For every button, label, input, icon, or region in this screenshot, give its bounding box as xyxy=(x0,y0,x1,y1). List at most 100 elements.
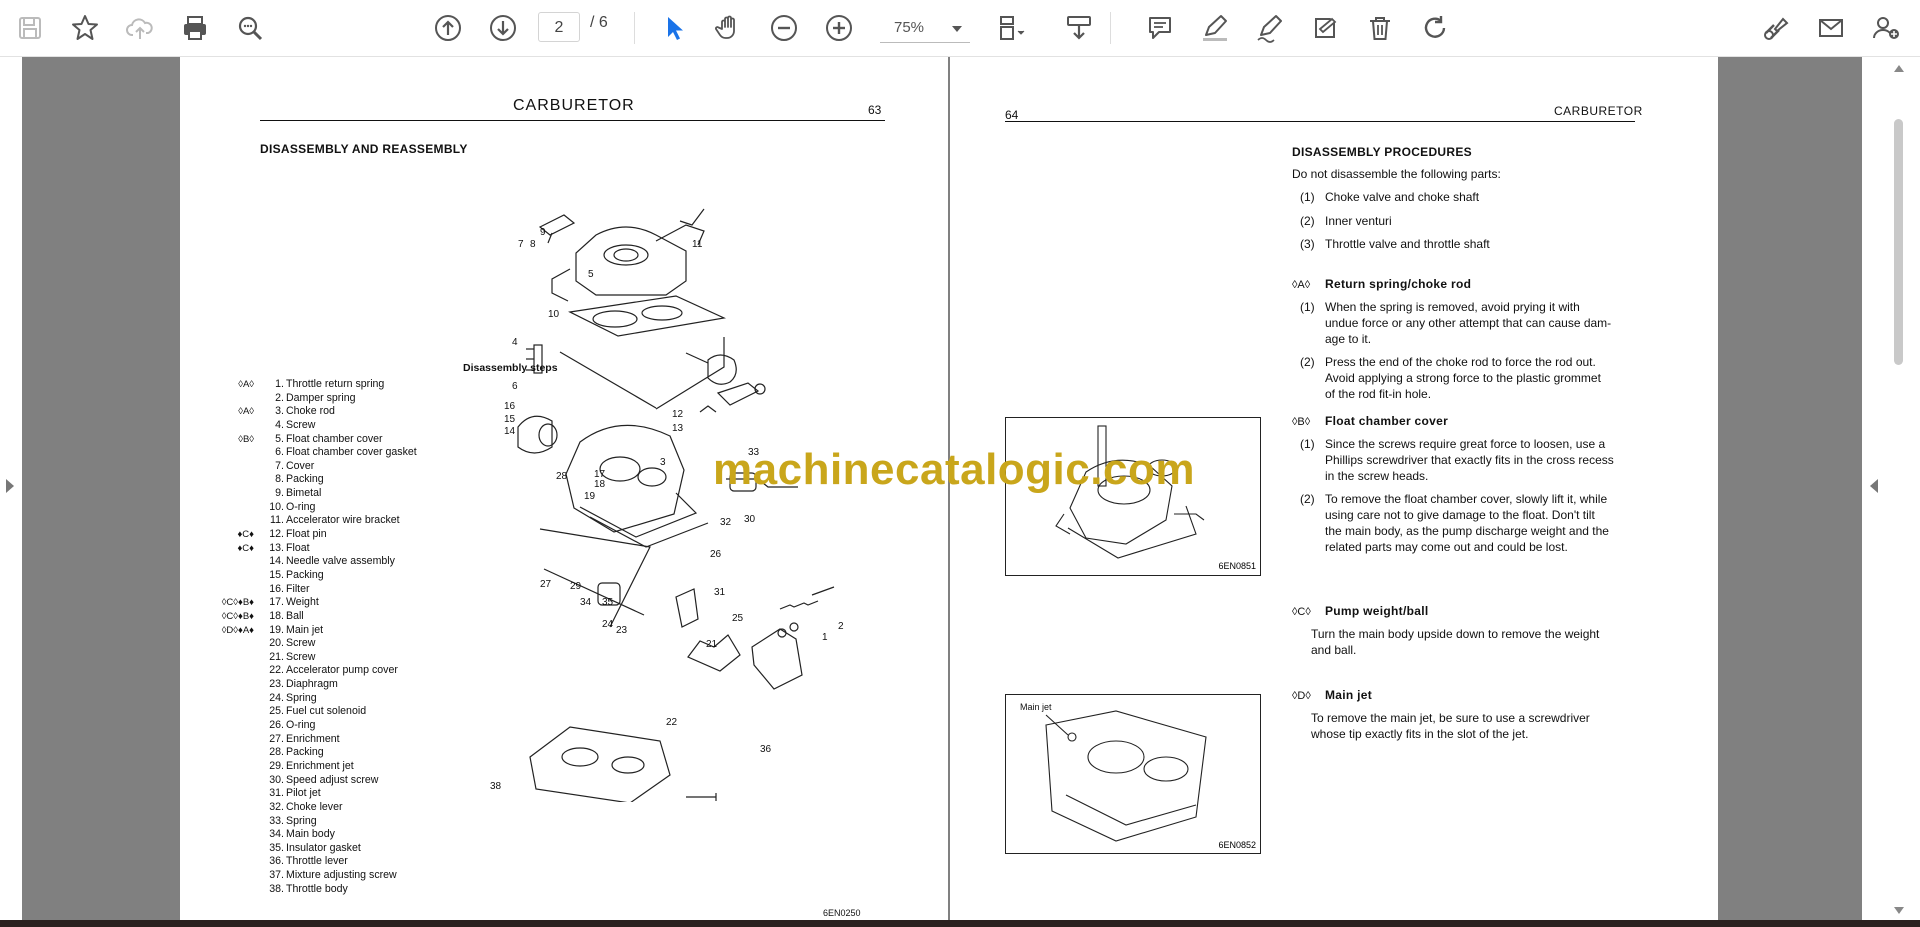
previous-page-icon[interactable] xyxy=(430,10,466,46)
stamp-icon[interactable] xyxy=(1307,10,1343,46)
save-icon[interactable] xyxy=(12,10,48,46)
search-more-icon[interactable] xyxy=(232,10,268,46)
part-text: Throttle valve and throttle shaft xyxy=(1325,237,1490,251)
step-item: 36. Throttle lever xyxy=(206,855,436,869)
svg-text:38: 38 xyxy=(490,781,502,792)
step-item: 28. Packing xyxy=(206,746,436,760)
figure-id: 6EN0851 xyxy=(1218,561,1256,571)
bookmark-star-icon[interactable] xyxy=(67,10,103,46)
step-item: 7. Cover xyxy=(206,460,436,474)
document-viewer: CARBURETOR 63 DISASSEMBLY AND REASSEMBLY xyxy=(0,57,1920,920)
add-user-icon[interactable] xyxy=(1868,10,1904,46)
step-marker: ◊C◊♦B♦ xyxy=(221,610,254,622)
scroll-down-icon[interactable] xyxy=(1894,907,1904,914)
part-number: (2) xyxy=(1300,213,1315,228)
redo-icon[interactable] xyxy=(1417,10,1453,46)
step-number: 4. xyxy=(275,418,284,431)
step-label: Screw xyxy=(286,637,316,650)
step-number: 18. xyxy=(269,609,284,622)
step-label: Accelerator pump cover xyxy=(286,664,398,677)
step-number: 5. xyxy=(275,432,284,445)
chevron-down-icon xyxy=(952,26,962,32)
step-number: 7. xyxy=(275,459,284,472)
hand-tool-icon[interactable] xyxy=(711,10,747,46)
step-number: 19. xyxy=(269,623,284,636)
part-number: (3) xyxy=(1300,237,1315,251)
item-line: using care not to give damage to the flo… xyxy=(1325,508,1595,522)
left-panel-toggle[interactable] xyxy=(0,57,22,920)
step-item: 11. Accelerator wire bracket xyxy=(206,514,436,528)
svg-text:24: 24 xyxy=(602,619,614,630)
draw-signature-icon[interactable] xyxy=(1252,10,1288,46)
email-icon[interactable] xyxy=(1813,10,1849,46)
svg-text:27: 27 xyxy=(540,579,552,590)
float-chamber-illustration xyxy=(1055,425,1205,559)
scrollbar-thumb[interactable] xyxy=(1894,119,1903,365)
step-number: 32. xyxy=(269,800,284,813)
page-number-input[interactable]: 2 xyxy=(538,12,580,42)
highlight-pen-icon[interactable] xyxy=(1197,10,1233,46)
right-panel-toggle[interactable] xyxy=(1862,57,1884,920)
step-marker: ♦C♦ xyxy=(237,529,254,541)
step-item: 35. Insulator gasket xyxy=(206,842,436,856)
procedures-intro: Do not disassemble the following parts: xyxy=(1292,167,1501,181)
step-item: 33. Spring xyxy=(206,815,436,829)
step-item: 8. Packing xyxy=(206,473,436,487)
step-number: 15. xyxy=(269,568,284,581)
svg-text:31: 31 xyxy=(714,587,726,598)
section-line: Turn the main body upside down to remove… xyxy=(1311,627,1600,641)
print-icon[interactable] xyxy=(177,10,213,46)
step-item: 21. Screw xyxy=(206,651,436,665)
step-label: Packing xyxy=(286,473,324,486)
step-label: O-ring xyxy=(286,500,316,513)
section-line: whose tip exactly fits in the slot of th… xyxy=(1311,727,1529,741)
scroll-up-icon[interactable] xyxy=(1894,65,1904,72)
next-page-icon[interactable] xyxy=(485,10,521,46)
item-line: Phillips screwdriver that exactly fits i… xyxy=(1325,453,1614,467)
step-label: Float pin xyxy=(286,528,327,541)
section-line: To remove the main jet, be sure to use a… xyxy=(1311,711,1590,725)
step-label: Choke rod xyxy=(286,405,335,418)
delete-trash-icon[interactable] xyxy=(1362,10,1398,46)
step-label: Throttle lever xyxy=(286,855,348,868)
step-label: Screw xyxy=(286,418,316,431)
item-line: of the rod fit-in hole. xyxy=(1325,387,1432,401)
svg-text:7: 7 xyxy=(518,239,524,250)
step-item: 30. Speed adjust screw xyxy=(206,774,436,788)
vertical-scrollbar[interactable] xyxy=(1884,57,1920,920)
step-number: 27. xyxy=(269,732,284,745)
step-item: ♦C♦ 12. Float pin xyxy=(206,528,436,542)
step-number: 12. xyxy=(269,528,284,541)
step-label: Mixture adjusting screw xyxy=(286,869,397,882)
step-item: 23. Diaphragm xyxy=(206,678,436,692)
step-label: Insulator gasket xyxy=(286,841,361,854)
cloud-upload-icon[interactable] xyxy=(122,10,158,46)
comment-icon[interactable] xyxy=(1142,10,1178,46)
step-number: 13. xyxy=(269,541,284,554)
page-number: 64 xyxy=(1005,108,1019,122)
step-item: 38. Throttle body xyxy=(206,883,436,897)
step-label: Fuel cut solenoid xyxy=(286,705,367,718)
page-layout-icon[interactable] xyxy=(994,10,1030,46)
main-jet-illustration xyxy=(1045,710,1207,842)
zoom-select[interactable]: 75% xyxy=(880,12,970,43)
step-label: Spring xyxy=(286,814,317,827)
toolbar-separator xyxy=(634,12,635,44)
step-label: Packing xyxy=(286,746,324,759)
page-total-label: / 6 xyxy=(590,14,608,31)
edit-link-icon[interactable] xyxy=(1758,10,1794,46)
step-label: Damper spring xyxy=(286,391,356,404)
svg-text:6: 6 xyxy=(512,381,518,392)
extract-pages-icon[interactable] xyxy=(1061,10,1097,46)
zoom-out-icon[interactable] xyxy=(766,10,802,46)
step-label: Diaphragm xyxy=(286,678,338,691)
section-heading: Main jet xyxy=(1325,688,1373,702)
step-label: Pilot jet xyxy=(286,787,321,800)
step-number: 1. xyxy=(275,378,284,390)
step-number: 9. xyxy=(275,487,284,500)
zoom-in-icon[interactable] xyxy=(821,10,857,46)
step-label: Throttle return spring xyxy=(286,378,385,390)
step-item: 16. Filter xyxy=(206,583,436,597)
step-marker: ◊A◊ xyxy=(238,406,254,418)
select-tool-icon[interactable] xyxy=(656,10,692,46)
